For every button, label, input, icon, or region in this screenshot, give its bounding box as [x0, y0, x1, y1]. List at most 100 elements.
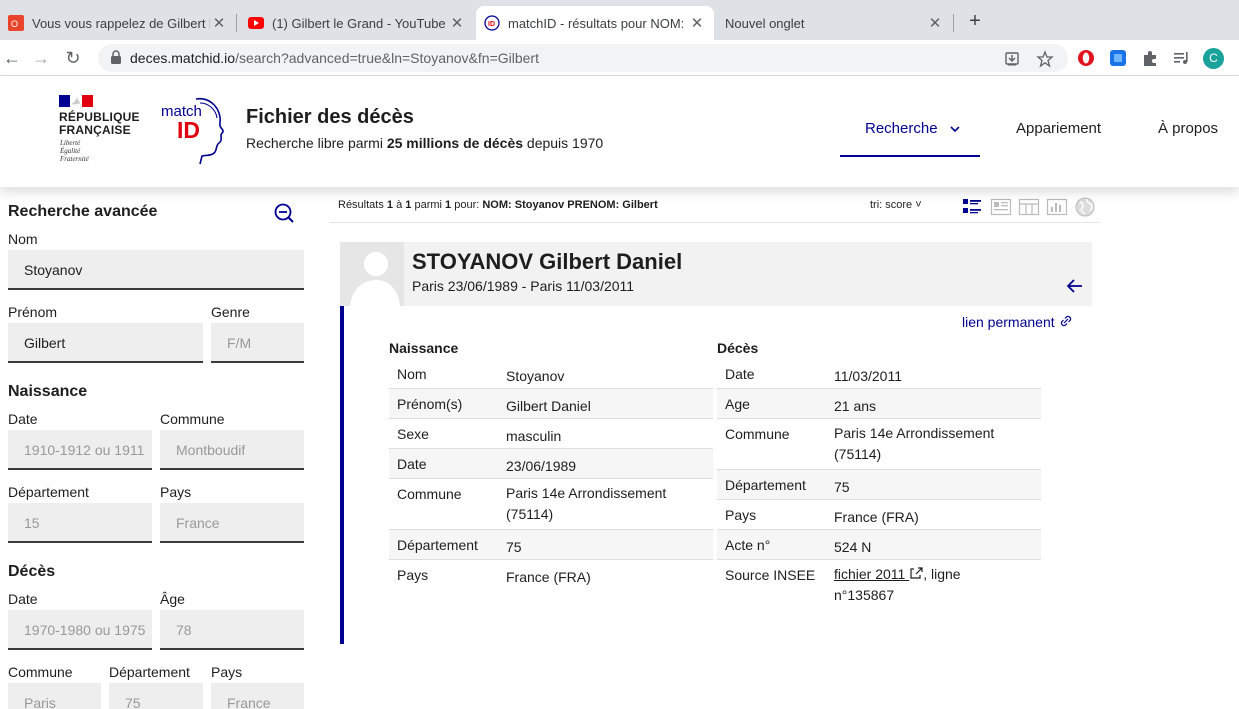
- person-name: STOYANOV Gilbert Daniel: [412, 249, 683, 274]
- sort-label: tri: score: [870, 199, 913, 211]
- list-view-icon[interactable]: [962, 196, 984, 218]
- menu-recherche-label: Recherche: [865, 120, 938, 137]
- url-host: deces.matchid.io: [130, 50, 236, 66]
- value-line-1: Paris 14e Arrondissement: [834, 425, 995, 441]
- chevron-down-icon: ˅: [915, 199, 922, 211]
- table-row: Commune Paris 14e Arrondissement (75114): [389, 479, 713, 530]
- insee-source-link[interactable]: fichier 2011: [834, 566, 923, 582]
- tab-matchid[interactable]: ID matchID - résultats pour NOM: ✕: [476, 6, 714, 40]
- rf-line-2: FRANÇAISE: [59, 123, 131, 137]
- row-value: masculin: [506, 428, 562, 444]
- table-row: Age 21 ans: [717, 389, 1041, 419]
- menu-a-propos[interactable]: À propos: [1158, 120, 1218, 137]
- bookmark-star-icon[interactable]: [1036, 50, 1054, 68]
- menu-active-underline: [840, 155, 980, 157]
- naissance-date-input[interactable]: 1910-1912 ou 1911: [8, 430, 152, 470]
- row-value: Paris 14e Arrondissement (75114): [506, 483, 666, 525]
- row-value: fichier 2011 , ligne n°135867: [834, 564, 961, 606]
- tab-title: (1) Gilbert le Grand - YouTube: [272, 15, 446, 31]
- deces-age-label: Âge: [160, 591, 185, 607]
- card-accent-bar: [340, 306, 344, 644]
- prenom-input[interactable]: Gilbert: [8, 323, 203, 363]
- deces-date-input[interactable]: 1970-1980 ou 1975: [8, 610, 152, 650]
- insee-line-number: n°135867: [834, 587, 895, 603]
- matchid-logo[interactable]: match ID: [158, 95, 228, 170]
- arrow-left-icon[interactable]: [1065, 278, 1083, 299]
- tab-title: Nouvel onglet: [725, 15, 805, 31]
- row-value: 23/06/1989: [506, 458, 577, 474]
- close-tab-icon[interactable]: ✕: [210, 14, 228, 32]
- devise-liberte: Liberté: [60, 139, 81, 147]
- opera-extension-icon[interactable]: [1077, 49, 1095, 67]
- menu-recherche[interactable]: Recherche: [865, 120, 960, 137]
- forward-icon[interactable]: →: [29, 46, 53, 70]
- genre-input[interactable]: F/M: [211, 323, 304, 363]
- results-query: NOM: Stoyanov PRENOM: Gilbert: [482, 199, 658, 211]
- chevron-down-icon: [950, 120, 960, 137]
- deces-pays-input[interactable]: France: [211, 683, 304, 709]
- blue-extension-icon[interactable]: [1109, 49, 1127, 67]
- nom-input[interactable]: Stoyanov: [8, 250, 304, 290]
- value-line-1: Paris 14e Arrondissement: [506, 485, 667, 501]
- naissance-pays-input[interactable]: France: [160, 503, 304, 543]
- table-row: Nom Stoyanov: [389, 359, 713, 389]
- subtitle-pre: Recherche libre parmi: [246, 135, 387, 151]
- close-tab-icon[interactable]: ✕: [688, 14, 706, 32]
- row-value: 524 N: [834, 539, 872, 555]
- naissance-section-title: Naissance: [8, 383, 88, 400]
- new-tab-button[interactable]: +: [964, 10, 986, 32]
- advanced-search-title: Recherche avancée: [8, 203, 158, 220]
- tab-youtube[interactable]: (1) Gilbert le Grand - YouTube ✕: [240, 6, 474, 40]
- republique-francaise-logo-text: RÉPUBLIQUE FRANÇAISE: [59, 111, 140, 137]
- row-key: Acte n°: [725, 537, 771, 553]
- reload-icon[interactable]: ↻: [61, 46, 85, 70]
- insee-after-text: , ligne: [923, 566, 961, 582]
- external-link-icon: [909, 566, 923, 582]
- table-row: Date 11/03/2011: [717, 359, 1041, 389]
- permalink-link[interactable]: lien permanent: [962, 314, 1073, 330]
- globe-map-view-icon[interactable]: [1074, 196, 1096, 218]
- table-row: Pays France (FRA): [717, 500, 1041, 530]
- deces-age-input[interactable]: 78: [160, 610, 304, 650]
- naissance-departement-input[interactable]: 15: [8, 503, 152, 543]
- tab-title: matchID - résultats pour NOM:: [508, 15, 685, 31]
- row-key: Pays: [725, 507, 757, 523]
- row-value: 75: [834, 479, 850, 495]
- results-summary-bar: Résultats 1 à 1 parmi 1 pour: NOM: Stoya…: [330, 194, 1100, 223]
- value-line-2: (75114): [834, 446, 882, 462]
- naissance-pays-label: Pays: [160, 484, 192, 500]
- svg-text:ID: ID: [488, 21, 495, 28]
- deces-commune-input[interactable]: Paris: [8, 683, 101, 709]
- chart-view-icon[interactable]: [1046, 196, 1068, 218]
- devise: Liberté Égalité Fraternité: [60, 139, 89, 163]
- deces-date-label: Date: [8, 591, 38, 607]
- back-icon[interactable]: ←: [0, 46, 24, 70]
- install-app-icon[interactable]: [1004, 50, 1022, 68]
- zoom-out-icon[interactable]: [273, 202, 295, 229]
- media-queue-icon[interactable]: [1172, 49, 1190, 67]
- profile-avatar[interactable]: C: [1203, 48, 1224, 69]
- logo-id-text: ID: [177, 117, 200, 143]
- row-key: Commune: [397, 486, 462, 502]
- table-view-icon[interactable]: [1018, 196, 1040, 218]
- matchid-icon: ID: [484, 15, 500, 31]
- close-tab-icon[interactable]: ✕: [448, 14, 466, 32]
- sort-dropdown[interactable]: tri: score ˅: [870, 199, 922, 211]
- tab-new[interactable]: Nouvel onglet ✕: [716, 6, 952, 40]
- deces-section-title: Décès: [8, 563, 56, 580]
- row-key: Date: [397, 456, 427, 472]
- row-value: France (FRA): [834, 509, 919, 525]
- tab-gilbert-article[interactable]: O Vous vous rappelez de Gilbert le ✕: [0, 6, 236, 40]
- table-row: Pays France (FRA): [389, 560, 713, 590]
- card-view-icon[interactable]: [990, 196, 1012, 218]
- address-bar[interactable]: deces.matchid.io/search?advanced=true&ln…: [98, 44, 1068, 72]
- naissance-commune-input[interactable]: Montboudif: [160, 430, 304, 470]
- deces-departement-input[interactable]: 75: [109, 683, 203, 709]
- row-key: Département: [397, 537, 478, 553]
- extensions-puzzle-icon[interactable]: [1141, 49, 1159, 67]
- menu-appariement[interactable]: Appariement: [1016, 120, 1101, 137]
- table-row: Département 75: [389, 530, 713, 560]
- tab-divider: [236, 14, 237, 32]
- results-for: pour:: [451, 199, 483, 211]
- close-tab-icon[interactable]: ✕: [926, 14, 944, 32]
